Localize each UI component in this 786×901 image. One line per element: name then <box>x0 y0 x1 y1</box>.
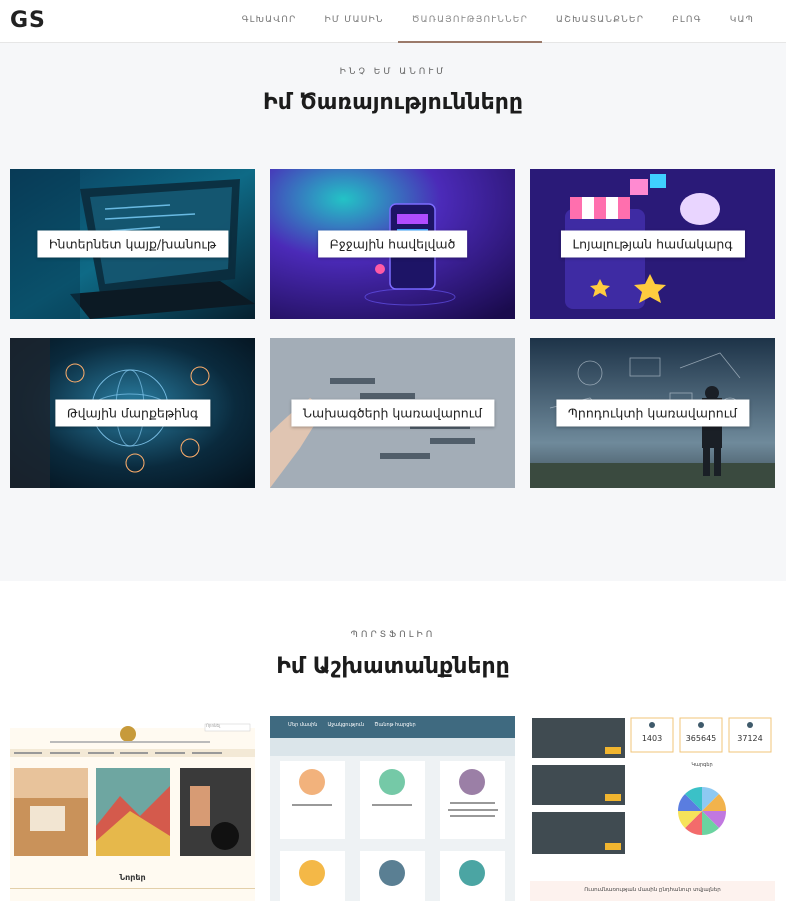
site-header: GS ԳԼԽԱՎՈՐ ԻՄ ՄԱՍԻՆ ԾԱՌԱՅՈՒԹՅՈՒՆՆԵՐ ԱՇԽԱ… <box>0 0 786 43</box>
portfolio-thumb-stat: 1403 <box>641 734 663 743</box>
portfolio-eyebrow: ՊՈՐՏՖՈԼԻՈ <box>350 630 436 640</box>
portfolio-thumb-nav: Մեր մասին Աջակցություն Ծանոթ հարցեր <box>288 722 416 728</box>
nav-item-home[interactable]: ԳԼԽԱՎՈՐ <box>228 0 311 43</box>
portfolio-screenshot <box>530 716 775 901</box>
portfolio-item-dashboard[interactable]: 1403 365645 37124 Կարգեր Ուսումնառության… <box>530 716 775 901</box>
services-eyebrow: ԻՆՉ ԵՄ ԱՆՈՒՄ <box>339 67 447 77</box>
portfolio-thumb-stat: 365645 <box>685 734 717 743</box>
service-card-label: Ինտերնետ կայք/խանութ <box>36 230 229 258</box>
service-card-web[interactable]: Ինտերնետ կայք/խանութ <box>10 169 255 319</box>
nav-item-blog[interactable]: ԲԼՈԳ <box>658 0 716 43</box>
service-card-label: Պրոդուկտի կառավարում <box>555 399 750 427</box>
portfolio-thumb-nav-item: Ծանոթ հարցեր <box>374 722 416 728</box>
nav-item-services[interactable]: ԾԱՌԱՅՈՒԹՅՈՒՆՆԵՐ <box>397 0 543 43</box>
portfolio-item-gov-site[interactable]: Նորեր Որոնել <box>10 716 255 901</box>
service-card-marketing[interactable]: Թվային մարքեթինգ <box>10 338 255 488</box>
service-card-label: Թվային մարքեթինգ <box>54 399 211 427</box>
service-card-projects[interactable]: Նախագծերի կառավարում <box>270 338 515 488</box>
service-card-label: Բջջային հավելված <box>317 230 468 258</box>
portfolio-thumb-chart-title: Կարգեր <box>691 762 713 768</box>
portfolio-thumb-section-label: Նորեր <box>119 873 146 882</box>
nav-item-contact[interactable]: ԿԱՊ <box>716 0 768 43</box>
portfolio-thumb-nav-item: Աջակցություն <box>327 722 365 728</box>
site-logo[interactable]: GS <box>10 8 46 33</box>
portfolio-section: ՊՈՐՏՖՈԼԻՈ Իմ Աշխատանքները Նորեր Որոնել Մ… <box>0 581 786 901</box>
portfolio-thumb-search-placeholder: Որոնել <box>206 723 221 728</box>
service-card-mobile[interactable]: Բջջային հավելված <box>270 169 515 319</box>
services-title: Իմ Ծառայությունները <box>263 90 523 115</box>
service-card-product[interactable]: Պրոդուկտի կառավարում <box>530 338 775 488</box>
portfolio-thumb-nav-item: Մեր մասին <box>288 722 318 728</box>
portfolio-title: Իմ Աշխատանքները <box>276 654 510 679</box>
portfolio-thumb-footer: Ուսումնառության մասին ընդհանուր տվյալներ <box>584 887 721 893</box>
service-card-loyalty[interactable]: Լոյալության համակարգ <box>530 169 775 319</box>
nav-item-works[interactable]: ԱՇԽԱՏԱՆՔՆԵՐ <box>542 0 658 43</box>
portfolio-screenshot <box>270 716 515 901</box>
services-section: ԻՆՉ ԵՄ ԱՆՈՒՄ Իմ Ծառայությունները Ինտերնե… <box>0 43 786 581</box>
portfolio-thumb-stat: 37124 <box>737 734 763 743</box>
main-nav: ԳԼԽԱՎՈՐ ԻՄ ՄԱՍԻՆ ԾԱՌԱՅՈՒԹՅՈՒՆՆԵՐ ԱՇԽԱՏԱՆ… <box>228 0 768 43</box>
service-card-label: Նախագծերի կառավարում <box>290 399 495 427</box>
nav-item-about[interactable]: ԻՄ ՄԱՍԻՆ <box>311 0 398 43</box>
portfolio-item-edu-site[interactable]: Մեր մասին Աջակցություն Ծանոթ հարցեր <box>270 716 515 901</box>
service-card-label: Լոյալության համակարգ <box>560 230 745 258</box>
